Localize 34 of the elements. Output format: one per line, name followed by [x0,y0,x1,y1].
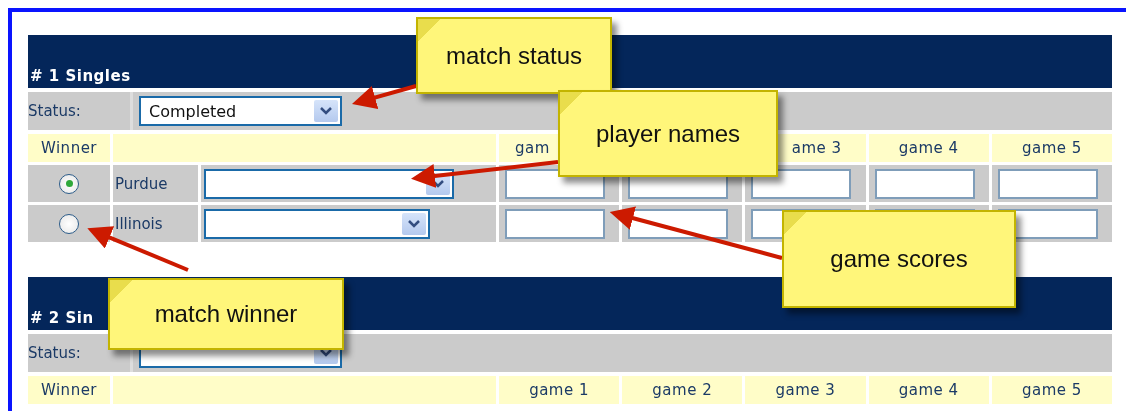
chevron-icon [408,219,420,228]
annotation-tooltip: game scores [782,210,1016,308]
score-field[interactable] [751,168,852,199]
column-header: game 2 [622,376,743,404]
column-header: game 5 [991,376,1112,404]
arrow [352,84,417,110]
column-header: Winner [28,134,110,162]
team-name: Purdue [114,174,168,193]
score-field[interactable] [874,168,975,199]
annotation-tooltip: match winner [108,278,344,350]
score-field[interactable] [505,208,605,239]
player-dropdown[interactable] [204,208,430,239]
winner-radio[interactable] [59,213,79,234]
section-title: # 2 Sin [29,309,94,329]
chevron-icon [320,107,332,115]
player-dropdown[interactable] [204,168,454,199]
column-header: game 4 [868,134,989,162]
winner-radio[interactable] [59,173,79,194]
status-label: Status: [28,344,81,362]
score-field[interactable] [997,168,1098,199]
annotation-tooltip: player names [558,90,778,177]
annotation-tooltip: match status [416,17,612,94]
chevron-icon [320,349,332,357]
column-header: game 3 [745,376,866,404]
status-label: Status: [28,102,81,120]
status-dropdown[interactable]: Completed [139,96,342,126]
column-header: Winner [28,376,110,404]
column-header: game 4 [868,376,989,404]
team-name: Illinois [114,214,163,233]
dropdown-button[interactable] [314,100,338,122]
dropdown-button[interactable] [402,212,426,235]
column-header: game 1 [499,376,620,404]
column-header: game 5 [991,134,1112,162]
section-title: # 1 Singles [29,67,131,87]
